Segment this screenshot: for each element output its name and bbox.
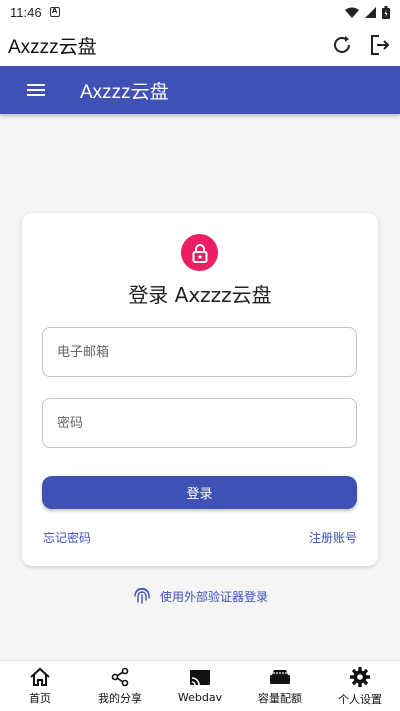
- external-login-link[interactable]: 使用外部验证器登录: [0, 586, 400, 606]
- wifi-icon: [345, 7, 359, 18]
- cast-icon: [190, 670, 210, 686]
- status-bar: 11:46 A: [0, 0, 400, 24]
- password-field[interactable]: [42, 398, 357, 448]
- nav-storage-quota[interactable]: 容量配额: [240, 661, 320, 711]
- nav-my-shares-label: 我的分享: [98, 691, 142, 705]
- fingerprint-icon: [134, 587, 150, 604]
- forgot-password-link[interactable]: 忘记密码: [43, 529, 91, 546]
- login-card: 登录 Axzzz云盘 登录 忘记密码 注册账号: [22, 213, 378, 566]
- storage-icon: [270, 669, 290, 684]
- menu-icon[interactable]: [24, 78, 48, 102]
- notification-icon: A: [49, 7, 60, 17]
- nav-home-label: 首页: [29, 691, 51, 705]
- bottom-nav: 首页 我的分享 Webdav 容量配额 个人设置: [0, 660, 400, 711]
- share-icon: [111, 667, 129, 686]
- app-title: Axzzz云盘: [80, 81, 169, 103]
- gear-icon: [350, 666, 370, 687]
- nav-settings-label: 个人设置: [338, 692, 382, 706]
- login-button[interactable]: 登录: [42, 476, 357, 509]
- signal-icon: [365, 6, 376, 18]
- nav-my-shares[interactable]: 我的分享: [80, 661, 160, 711]
- nav-home[interactable]: 首页: [0, 661, 80, 711]
- home-icon: [30, 667, 50, 686]
- status-time: 11:46: [10, 4, 42, 20]
- window-title: Axzzz云盘: [8, 36, 97, 58]
- nav-webdav[interactable]: Webdav: [160, 661, 240, 711]
- lock-icon: [181, 234, 218, 271]
- battery-icon: [382, 5, 390, 19]
- login-heading: 登录 Axzzz云盘: [128, 283, 272, 307]
- register-link[interactable]: 注册账号: [309, 529, 357, 546]
- nav-storage-quota-label: 容量配额: [258, 691, 302, 705]
- logout-icon[interactable]: [368, 33, 392, 57]
- email-input[interactable]: [57, 344, 342, 360]
- app-bar: Axzzz云盘: [0, 66, 400, 114]
- password-input[interactable]: [57, 415, 342, 431]
- nav-settings[interactable]: 个人设置: [320, 661, 400, 711]
- refresh-icon[interactable]: [330, 33, 354, 57]
- external-login-label: 使用外部验证器登录: [159, 589, 268, 604]
- email-field[interactable]: [42, 327, 357, 377]
- title-bar: Axzzz云盘: [0, 24, 400, 66]
- nav-webdav-label: Webdav: [177, 691, 223, 704]
